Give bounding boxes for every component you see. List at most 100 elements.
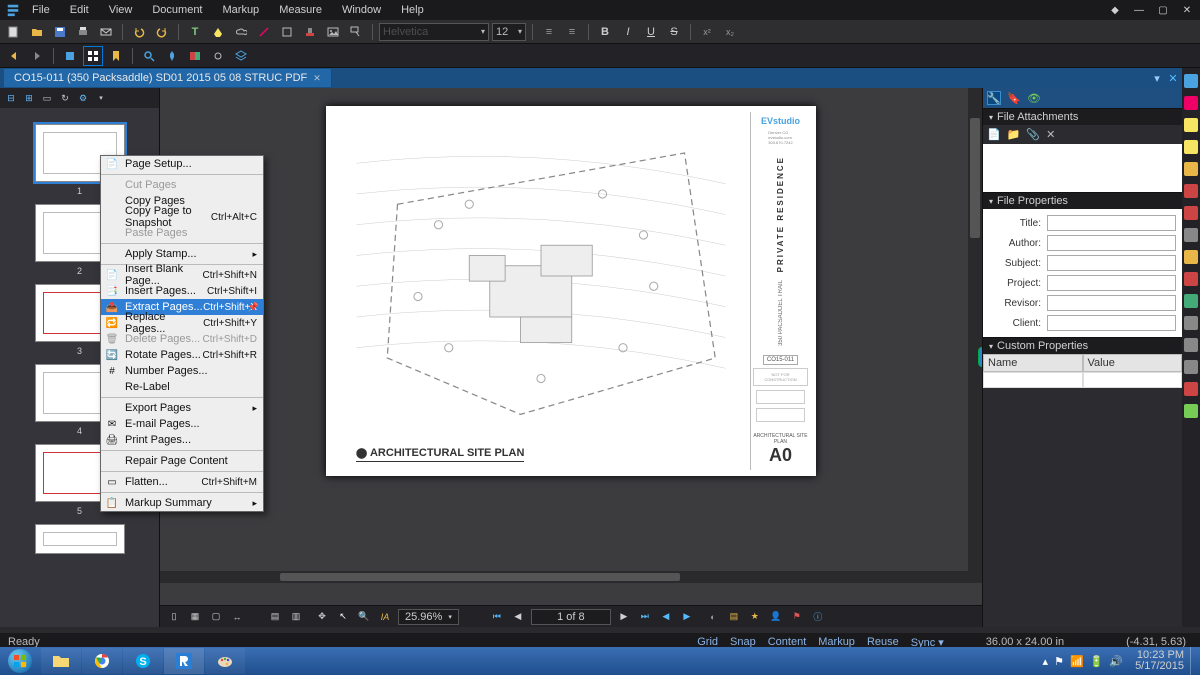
- people-icon[interactable]: 👤: [768, 609, 784, 625]
- bookmarks-icon[interactable]: [106, 46, 126, 66]
- highlight-tool-icon[interactable]: [1184, 118, 1198, 132]
- menu-item-insert-pages[interactable]: 📑Insert Pages...Ctrl+Shift+I: [101, 283, 263, 299]
- dim-icon[interactable]: ◐: [705, 609, 721, 625]
- last-page-icon[interactable]: ⏭: [637, 609, 653, 625]
- save-icon[interactable]: [50, 22, 70, 42]
- nav-back-icon[interactable]: [4, 46, 24, 66]
- document-tab[interactable]: CO15-011 (350 Packsaddle) SD01 2015 05 0…: [4, 69, 332, 87]
- link-icon[interactable]: [208, 46, 228, 66]
- project-field[interactable]: [1047, 275, 1176, 291]
- cloud-tool-icon[interactable]: [1184, 184, 1198, 198]
- font-size-select[interactable]: 12▾: [492, 23, 526, 41]
- open-icon[interactable]: [27, 22, 47, 42]
- select-text-icon[interactable]: IA: [377, 609, 393, 625]
- stamp-icon[interactable]: [300, 22, 320, 42]
- print-icon[interactable]: [73, 22, 93, 42]
- font-family-select[interactable]: Helvetica▾: [379, 23, 489, 41]
- image-tool-icon[interactable]: [1184, 404, 1198, 418]
- image-icon[interactable]: [323, 22, 343, 42]
- menu-item-repair-page-content[interactable]: Repair Page Content: [101, 453, 263, 469]
- continuous-icon[interactable]: ▦: [187, 609, 203, 625]
- bookmarks-tab-icon[interactable]: 🔖: [1007, 91, 1021, 105]
- strike-icon[interactable]: S: [664, 22, 684, 42]
- file-attachments-header[interactable]: File Attachments: [983, 109, 1182, 125]
- highlight-icon[interactable]: [208, 22, 228, 42]
- delete-attachment-icon[interactable]: ✕: [1046, 128, 1055, 141]
- flag-icon[interactable]: ⚑: [789, 609, 805, 625]
- author-field[interactable]: [1047, 235, 1176, 251]
- panel-grip[interactable]: [978, 347, 982, 367]
- pin-tool-icon[interactable]: [162, 46, 182, 66]
- menu-item-re-label[interactable]: Re-Label: [101, 379, 263, 395]
- layers-icon[interactable]: [231, 46, 251, 66]
- menu-edit[interactable]: Edit: [62, 2, 97, 18]
- close-icon[interactable]: ✕: [1180, 3, 1194, 17]
- align-center-icon[interactable]: ≡: [562, 22, 582, 42]
- menu-item-insert-blank-page[interactable]: 📄Insert Blank Page...Ctrl+Shift+N: [101, 267, 263, 283]
- taskbar-chrome[interactable]: [82, 648, 122, 674]
- rotate-thumb-icon[interactable]: ↻: [58, 91, 72, 105]
- menu-item-rotate-pages[interactable]: 🔄Rotate Pages...Ctrl+Shift+R: [101, 347, 263, 363]
- split-h-icon[interactable]: ▤: [267, 609, 283, 625]
- col-value[interactable]: Value: [1083, 354, 1183, 372]
- prev-view-icon[interactable]: ◀: [658, 609, 674, 625]
- file-access-icon[interactable]: [60, 46, 80, 66]
- canvas-viewport[interactable]: ⬤ ARCHITECTURAL SITE PLAN EVstudio Denve…: [160, 88, 982, 605]
- dropdown-icon[interactable]: ▾: [94, 91, 108, 105]
- markup-list-icon[interactable]: ▤: [726, 609, 742, 625]
- 3d-tab-icon[interactable]: 👁: [1027, 91, 1041, 105]
- underline-icon[interactable]: U: [641, 22, 661, 42]
- first-page-icon[interactable]: ⏮: [489, 609, 505, 625]
- next-view-icon[interactable]: ▶: [679, 609, 695, 625]
- tab-close-icon[interactable]: ✕: [313, 73, 321, 84]
- dim-tool-icon[interactable]: [1184, 250, 1198, 264]
- maximize-icon[interactable]: ▢: [1156, 3, 1170, 17]
- start-button[interactable]: [0, 647, 40, 675]
- collapse-icon[interactable]: ⊟: [4, 91, 18, 105]
- cloud-icon[interactable]: [231, 22, 251, 42]
- custom-prop-cell[interactable]: [983, 372, 1083, 388]
- italic-icon[interactable]: I: [618, 22, 638, 42]
- gear-icon[interactable]: ⚙: [76, 91, 90, 105]
- favorite-icon[interactable]: ★: [747, 609, 763, 625]
- search-icon[interactable]: [139, 46, 159, 66]
- tray-volume-icon[interactable]: 🔊: [1109, 655, 1123, 668]
- arc-tool-icon[interactable]: [1184, 294, 1198, 308]
- menu-window[interactable]: Window: [334, 2, 389, 18]
- add-attachment-icon[interactable]: 📄: [987, 128, 1001, 141]
- menu-markup[interactable]: Markup: [215, 2, 268, 18]
- text-icon[interactable]: T: [185, 22, 205, 42]
- open-attachment-icon[interactable]: 📁: [1007, 128, 1021, 141]
- menu-item-flatten[interactable]: ▭Flatten...Ctrl+Shift+M: [101, 474, 263, 490]
- bold-icon[interactable]: B: [595, 22, 615, 42]
- tray-up-icon[interactable]: ▴: [1043, 655, 1049, 668]
- menu-measure[interactable]: Measure: [271, 2, 330, 18]
- file-properties-header[interactable]: File Properties: [983, 193, 1182, 209]
- add-page-icon[interactable]: ⊞: [22, 91, 36, 105]
- taskbar-skype[interactable]: S: [123, 648, 163, 674]
- menu-item-export-pages[interactable]: Export Pages▸: [101, 400, 263, 416]
- nav-fwd-icon[interactable]: [27, 46, 47, 66]
- align-left-icon[interactable]: ≡: [539, 22, 559, 42]
- sub-icon[interactable]: x₂: [720, 22, 740, 42]
- vertical-scrollbar[interactable]: [968, 88, 982, 583]
- menu-view[interactable]: View: [101, 2, 141, 18]
- line-icon[interactable]: [254, 22, 274, 42]
- fit-width-icon[interactable]: ↔: [229, 609, 245, 625]
- note-tool-icon[interactable]: [1184, 162, 1198, 176]
- undo-icon[interactable]: [129, 22, 149, 42]
- single-page-icon[interactable]: ▯: [166, 609, 182, 625]
- prev-page-icon[interactable]: ◀: [510, 609, 526, 625]
- menu-file[interactable]: File: [24, 2, 58, 18]
- menu-item-copy-page-to-snapshot[interactable]: Copy Page to SnapshotCtrl+Alt+C: [101, 209, 263, 225]
- email-icon[interactable]: [96, 22, 116, 42]
- pin-icon[interactable]: ◆: [1108, 3, 1122, 17]
- menu-item-page-setup[interactable]: 📄Page Setup...: [101, 156, 263, 172]
- text-tool-icon[interactable]: [1184, 74, 1198, 88]
- show-desktop[interactable]: [1190, 647, 1200, 675]
- thumbnail-6[interactable]: [35, 524, 125, 554]
- callout-icon[interactable]: [346, 22, 366, 42]
- line-tool-icon[interactable]: [1184, 228, 1198, 242]
- polygon-tool-icon[interactable]: [1184, 360, 1198, 374]
- zoom-icon[interactable]: 🔍: [356, 609, 372, 625]
